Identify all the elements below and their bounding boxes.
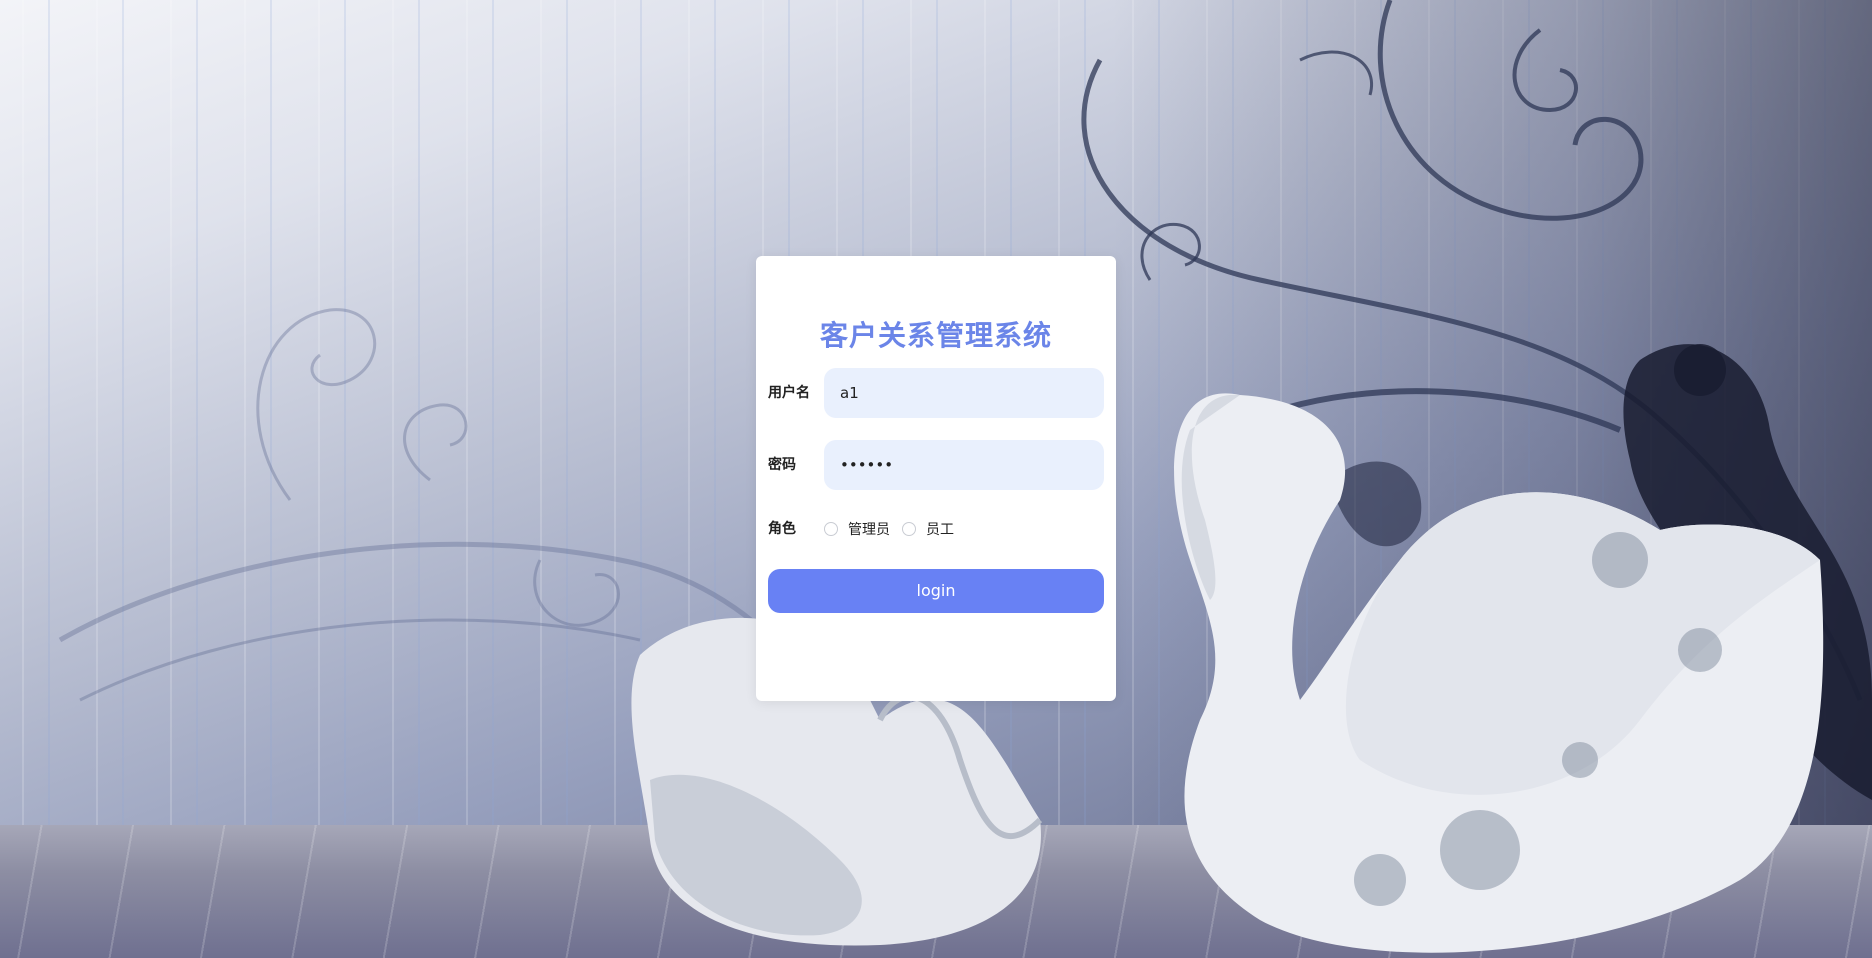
role-label: 角色 [768, 521, 796, 537]
role-admin-radio[interactable] [824, 522, 838, 536]
username-label: 用户名 [768, 385, 810, 401]
username-row: 用户名 a1 [768, 368, 1104, 418]
username-input[interactable]: a1 [824, 368, 1104, 418]
role-row: 角色 管理员 员工 [768, 518, 1104, 540]
role-admin-label[interactable]: 管理员 [848, 519, 890, 539]
role-employee-label[interactable]: 员工 [926, 519, 954, 539]
page-title: 客户关系管理系统 [819, 319, 1052, 352]
password-label: 密码 [768, 457, 796, 473]
role-employee-radio[interactable] [902, 522, 916, 536]
role-radio-group: 管理员 员工 [824, 518, 966, 540]
password-row: 密码 •••••• [768, 440, 1104, 490]
password-input[interactable]: •••••• [824, 440, 1104, 490]
login-card: 客户关系管理系统 用户名 a1 密码 •••••• 角色 管理员 员工 logi… [756, 256, 1116, 701]
login-button[interactable]: login [768, 569, 1104, 613]
